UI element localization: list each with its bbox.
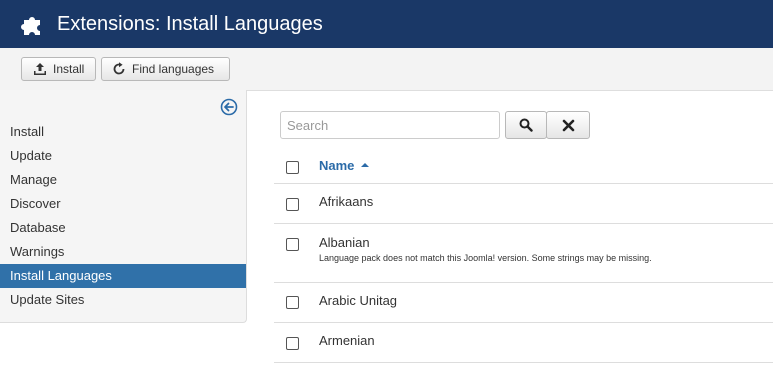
row-checkbox[interactable] <box>286 337 299 350</box>
version-warning: Language pack does not match this Joomla… <box>319 253 652 263</box>
puzzle-icon <box>21 17 40 35</box>
name-column-header[interactable]: Name <box>319 158 370 173</box>
languages-table: Name Afrikaans Albanian Language pack do… <box>274 148 773 363</box>
table-row: Armenian <box>274 323 773 363</box>
table-row: Albanian Language pack does not match th… <box>274 224 773 283</box>
table-row: Arabic Unitag <box>274 283 773 323</box>
upload-icon <box>34 63 46 75</box>
sidebar-item-install[interactable]: Install <box>0 120 246 144</box>
sidebar-item-update-sites[interactable]: Update Sites <box>0 288 246 312</box>
row-checkbox[interactable] <box>286 296 299 309</box>
toolbar: Install Find languages <box>0 48 773 91</box>
install-button-label: Install <box>53 62 85 76</box>
sidebar-item-warnings[interactable]: Warnings <box>0 240 246 264</box>
row-checkbox[interactable] <box>286 198 299 211</box>
page-title: Extensions: Install Languages <box>57 13 323 35</box>
find-languages-button[interactable]: Find languages <box>101 57 230 81</box>
arrow-left-circle-icon[interactable] <box>220 98 238 116</box>
search-icon <box>519 118 533 132</box>
refresh-icon <box>113 62 125 75</box>
search-button[interactable] <box>505 111 547 139</box>
search-input[interactable] <box>280 111 500 139</box>
select-all-checkbox[interactable] <box>286 161 299 174</box>
sidebar-nav: Install Update Manage Discover Database … <box>0 120 246 312</box>
clear-search-button[interactable] <box>546 111 590 139</box>
name-column-header-label: Name <box>319 158 355 173</box>
install-button[interactable]: Install <box>21 57 96 81</box>
language-name: Arabic Unitag <box>319 293 398 308</box>
find-languages-button-label: Find languages <box>132 62 215 76</box>
table-row: Afrikaans <box>274 184 773 224</box>
app-header: Extensions: Install Languages <box>0 0 773 48</box>
sidebar: Install Update Manage Discover Database … <box>0 90 247 323</box>
sort-ascending-icon <box>361 162 370 167</box>
sidebar-item-install-languages[interactable]: Install Languages <box>0 264 246 288</box>
language-name: Afrikaans <box>319 194 374 209</box>
table-header-row: Name <box>274 148 773 184</box>
sidebar-item-manage[interactable]: Manage <box>0 168 246 192</box>
sidebar-item-discover[interactable]: Discover <box>0 192 246 216</box>
language-name: Albanian <box>319 235 370 250</box>
row-checkbox[interactable] <box>286 238 299 251</box>
close-icon <box>562 119 574 131</box>
sidebar-item-database[interactable]: Database <box>0 216 246 240</box>
sidebar-item-update[interactable]: Update <box>0 144 246 168</box>
language-name: Armenian <box>319 333 375 348</box>
